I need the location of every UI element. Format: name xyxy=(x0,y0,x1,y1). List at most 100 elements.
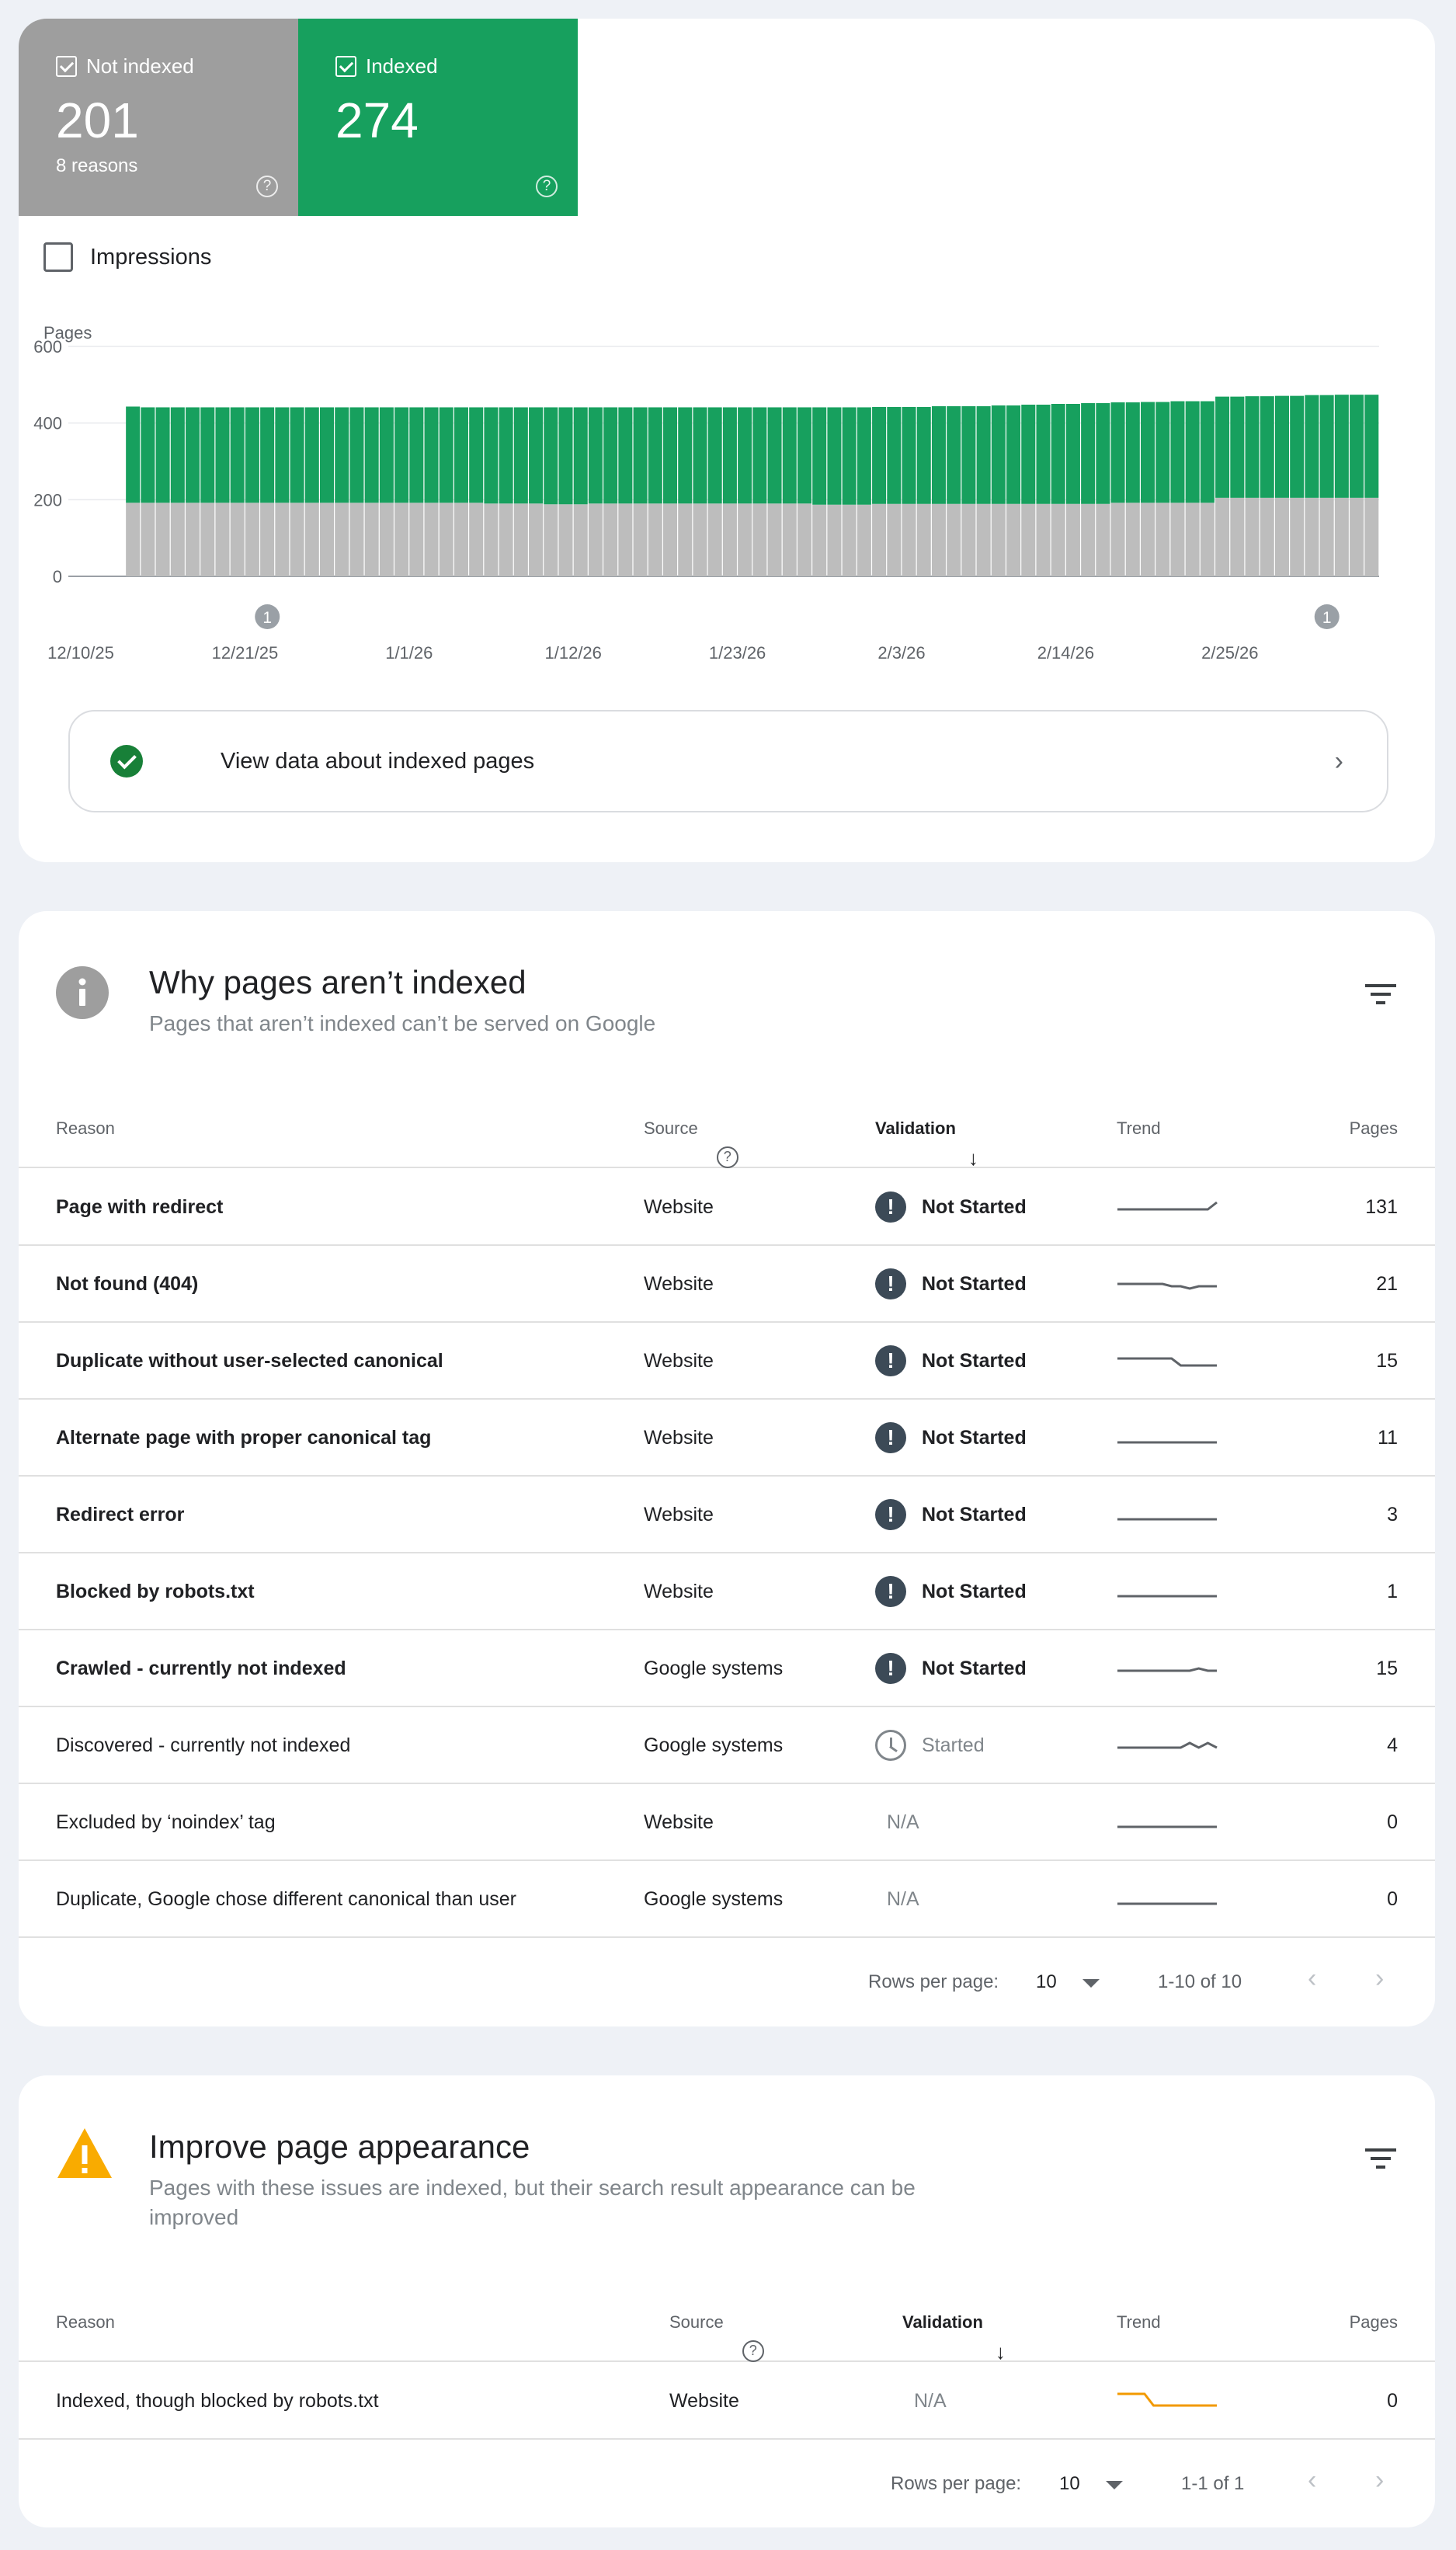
row-reason: Page with redirect xyxy=(56,1196,224,1218)
bar xyxy=(319,503,335,576)
next-page-icon[interactable]: › xyxy=(1375,2465,1384,2496)
bar xyxy=(394,407,409,503)
row-validation: ! Not Started xyxy=(875,1169,1027,1245)
help-icon[interactable]: ? xyxy=(256,176,278,197)
page-range: 1-1 of 1 xyxy=(1181,2473,1245,2494)
bar xyxy=(1081,503,1096,576)
view-indexed-data-button[interactable]: View data about indexed pages › xyxy=(68,710,1388,812)
bar xyxy=(379,407,394,503)
checkbox-checked-icon[interactable] xyxy=(335,56,356,77)
bar xyxy=(245,407,259,503)
bar xyxy=(529,407,544,504)
rows-per-page-select[interactable]: 10 xyxy=(1036,1971,1057,1993)
bar xyxy=(663,407,678,504)
bar xyxy=(603,407,618,504)
help-icon[interactable]: ? xyxy=(716,1146,738,1168)
help-icon[interactable]: ? xyxy=(536,176,558,197)
validation-status: N/A xyxy=(887,1887,919,1910)
table-row[interactable]: Excluded by ‘noindex’ tag Website N/A 0 xyxy=(19,1784,1435,1861)
indexed-tile[interactable]: Indexed 274 ? xyxy=(298,19,578,216)
improve-appearance-card: Improve page appearance Pages with these… xyxy=(19,2075,1435,2527)
indexed-label: Indexed xyxy=(366,54,438,78)
trend-sparkline xyxy=(1117,1282,1217,1290)
trend-line xyxy=(1117,1282,1217,1290)
bar xyxy=(812,504,827,576)
row-source: Website xyxy=(644,1581,714,1602)
filter-icon[interactable] xyxy=(1365,2148,1396,2172)
dropdown-arrow-icon[interactable] xyxy=(1106,2481,1123,2489)
impressions-toggle[interactable]: Impressions xyxy=(43,242,211,272)
bar xyxy=(648,407,662,504)
bar xyxy=(186,407,200,503)
bar xyxy=(916,503,931,576)
bar xyxy=(1334,497,1349,576)
prev-page-icon[interactable]: ‹ xyxy=(1308,2465,1316,2496)
table-row[interactable]: Discovered - currently not indexed Google… xyxy=(19,1707,1435,1784)
bar xyxy=(1350,497,1364,576)
exclamation-circle-icon: ! xyxy=(875,1499,906,1530)
row-trend xyxy=(1117,2378,1218,2430)
row-trend xyxy=(1117,1569,1218,1621)
column-reason[interactable]: Reason xyxy=(56,2312,115,2333)
help-icon[interactable]: ? xyxy=(742,2340,764,2362)
table-row[interactable]: Not found (404) Website! Not Started 21 xyxy=(19,1246,1435,1323)
column-validation[interactable]: Validation ↓ xyxy=(875,1118,978,1170)
row-reason: Alternate page with proper canonical tag xyxy=(56,1427,432,1449)
bar xyxy=(215,407,230,503)
bar xyxy=(887,503,902,576)
table-row[interactable]: Crawled - currently not indexed Google sy… xyxy=(19,1630,1435,1707)
column-source[interactable]: Source? xyxy=(669,2312,764,2362)
bar xyxy=(633,407,648,504)
column-trend: Trend xyxy=(1117,2312,1161,2332)
prev-page-icon[interactable]: ‹ xyxy=(1308,1964,1316,1994)
table-row[interactable]: Blocked by robots.txt Website! Not Started… xyxy=(19,1553,1435,1630)
bar xyxy=(767,503,782,576)
bar xyxy=(1051,404,1065,504)
bar xyxy=(155,503,170,576)
checkbox-checked-icon[interactable] xyxy=(56,56,77,77)
column-source[interactable]: Source? xyxy=(644,1118,738,1168)
table-row[interactable]: Page with redirect Website! Not Started 131 xyxy=(19,1169,1435,1246)
bar xyxy=(707,503,722,576)
bar xyxy=(1274,497,1289,576)
table-row[interactable]: Alternate page with proper canonical tag… xyxy=(19,1400,1435,1477)
bar xyxy=(842,407,857,505)
column-validation-label: Validation xyxy=(902,2312,983,2332)
column-pages[interactable]: Pages xyxy=(1350,1118,1398,1139)
row-trend xyxy=(1117,1415,1218,1467)
bar xyxy=(513,503,528,576)
bar xyxy=(797,503,812,576)
bar xyxy=(767,407,782,504)
table-row[interactable]: Redirect error Website! Not Started 3 xyxy=(19,1477,1435,1553)
table-row[interactable]: Duplicate, Google chose different canoni… xyxy=(19,1861,1435,1938)
bar xyxy=(319,407,335,503)
bar xyxy=(1350,395,1364,498)
bar xyxy=(857,407,871,505)
next-page-icon[interactable]: › xyxy=(1375,1964,1384,1994)
column-pages[interactable]: Pages xyxy=(1350,2312,1398,2333)
trend-sparkline xyxy=(1117,1667,1217,1672)
bar xyxy=(872,406,887,504)
not-indexed-reasons: 8 reasons xyxy=(56,155,138,176)
row-reason: Indexed, though blocked by robots.txt xyxy=(56,2390,379,2412)
row-trend xyxy=(1117,1338,1218,1390)
trend-line xyxy=(1117,1667,1217,1672)
bar xyxy=(200,407,215,503)
table-row[interactable]: Duplicate without user-selected canonica… xyxy=(19,1323,1435,1400)
not-indexed-tile[interactable]: Not indexed 201 8 reasons ? xyxy=(19,19,298,216)
bar xyxy=(529,503,544,576)
rows-per-page-select[interactable]: 10 xyxy=(1059,2473,1080,2495)
bar xyxy=(1230,396,1245,498)
bar xyxy=(260,407,275,503)
dropdown-arrow-icon[interactable] xyxy=(1082,1979,1100,1988)
checkbox-unchecked-icon[interactable] xyxy=(43,242,73,272)
column-validation[interactable]: Validation ↓ xyxy=(902,2312,1006,2364)
table-row[interactable]: Indexed, though blocked by robots.txt Web… xyxy=(19,2363,1435,2440)
bar xyxy=(1274,395,1289,498)
row-trend xyxy=(1117,1185,1218,1237)
column-reason[interactable]: Reason xyxy=(56,1118,115,1139)
bar xyxy=(1141,503,1155,576)
filter-icon[interactable] xyxy=(1365,984,1396,1007)
x-tick-label: 1/23/26 xyxy=(709,643,766,663)
bar xyxy=(1096,503,1110,576)
